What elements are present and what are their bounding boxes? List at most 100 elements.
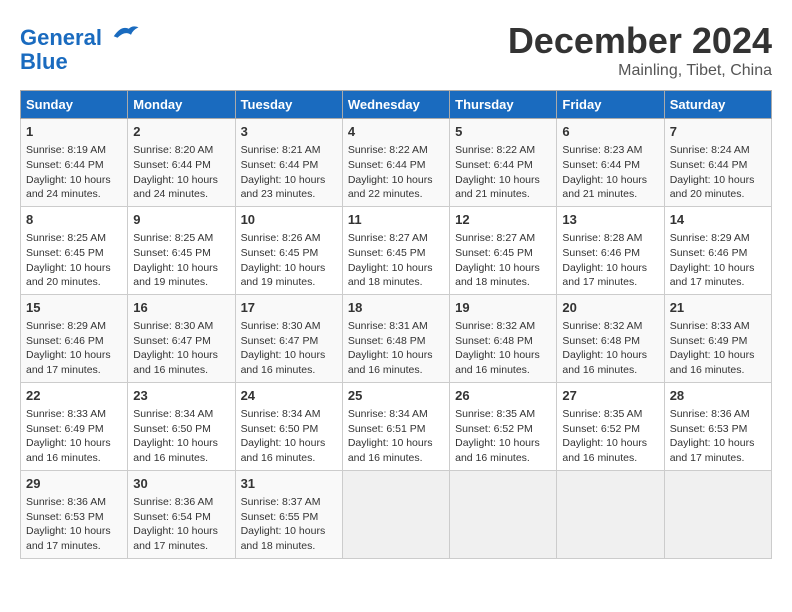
day-number: 1: [26, 123, 122, 141]
calendar-cell: [450, 470, 557, 558]
weekday-header-thursday: Thursday: [450, 91, 557, 119]
day-info: Sunrise: 8:19 AM Sunset: 6:44 PM Dayligh…: [26, 143, 122, 202]
day-info: Sunrise: 8:35 AM Sunset: 6:52 PM Dayligh…: [562, 407, 658, 466]
day-info: Sunrise: 8:36 AM Sunset: 6:53 PM Dayligh…: [670, 407, 766, 466]
calendar-cell: 4 Sunrise: 8:22 AM Sunset: 6:44 PM Daylig…: [342, 119, 449, 207]
calendar-cell: [342, 470, 449, 558]
day-number: 18: [348, 299, 444, 317]
weekday-header-sunday: Sunday: [21, 91, 128, 119]
day-number: 31: [241, 475, 337, 493]
day-info: Sunrise: 8:35 AM Sunset: 6:52 PM Dayligh…: [455, 407, 551, 466]
calendar-cell: 29Sunrise: 8:36 AM Sunset: 6:53 PM Dayli…: [21, 470, 128, 558]
calendar-cell: 9Sunrise: 8:25 AM Sunset: 6:45 PM Daylig…: [128, 206, 235, 294]
day-number: 15: [26, 299, 122, 317]
calendar-cell: 16 Sunrise: 8:30 AM Sunset: 6:47 PM Dayli…: [128, 294, 235, 382]
calendar-cell: 19 Sunrise: 8:32 AM Sunset: 6:48 PM Dayli…: [450, 294, 557, 382]
day-info: Sunrise: 8:23 AM Sunset: 6:44 PM Dayligh…: [562, 143, 658, 202]
logo-bird-icon: [110, 20, 140, 45]
day-info: Sunrise: 8:33 AM Sunset: 6:49 PM Dayligh…: [26, 407, 122, 466]
day-number: 16: [133, 299, 229, 317]
day-number: 5: [455, 123, 551, 141]
day-info: Sunrise: 8:28 AM Sunset: 6:46 PM Dayligh…: [562, 231, 658, 290]
day-info: Sunrise: 8:27 AM Sunset: 6:45 PM Dayligh…: [455, 231, 551, 290]
calendar-cell: 24 Sunrise: 8:34 AM Sunset: 6:50 PM Dayli…: [235, 382, 342, 470]
day-number: 21: [670, 299, 766, 317]
day-number: 24: [241, 387, 337, 405]
calendar-cell: 31 Sunrise: 8:37 AM Sunset: 6:55 PM Dayli…: [235, 470, 342, 558]
day-number: 25: [348, 387, 444, 405]
weekday-header-saturday: Saturday: [664, 91, 771, 119]
weekday-header-monday: Monday: [128, 91, 235, 119]
calendar-cell: 11Sunrise: 8:27 AM Sunset: 6:45 PM Dayli…: [342, 206, 449, 294]
calendar-week-2: 8 Sunrise: 8:25 AM Sunset: 6:45 PM Daylig…: [21, 206, 772, 294]
calendar-cell: 5Sunrise: 8:22 AM Sunset: 6:44 PM Daylig…: [450, 119, 557, 207]
day-info: Sunrise: 8:34 AM Sunset: 6:50 PM Dayligh…: [241, 407, 337, 466]
calendar-cell: 15 Sunrise: 8:29 AM Sunset: 6:46 PM Dayli…: [21, 294, 128, 382]
day-info: Sunrise: 8:32 AM Sunset: 6:48 PM Dayligh…: [562, 319, 658, 378]
day-info: Sunrise: 8:24 AM Sunset: 6:44 PM Dayligh…: [670, 143, 766, 202]
day-number: 3: [241, 123, 337, 141]
day-info: Sunrise: 8:21 AM Sunset: 6:44 PM Dayligh…: [241, 143, 337, 202]
calendar-cell: [557, 470, 664, 558]
calendar-week-5: 29Sunrise: 8:36 AM Sunset: 6:53 PM Dayli…: [21, 470, 772, 558]
calendar-cell: 25 Sunrise: 8:34 AM Sunset: 6:51 PM Dayli…: [342, 382, 449, 470]
day-number: 10: [241, 211, 337, 229]
day-info: Sunrise: 8:36 AM Sunset: 6:54 PM Dayligh…: [133, 495, 229, 554]
calendar-cell: 21 Sunrise: 8:33 AM Sunset: 6:49 PM Dayli…: [664, 294, 771, 382]
day-number: 28: [670, 387, 766, 405]
day-info: Sunrise: 8:30 AM Sunset: 6:47 PM Dayligh…: [133, 319, 229, 378]
day-number: 29: [26, 475, 122, 493]
calendar-cell: 8 Sunrise: 8:25 AM Sunset: 6:45 PM Daylig…: [21, 206, 128, 294]
calendar-table: SundayMondayTuesdayWednesdayThursdayFrid…: [20, 90, 772, 559]
day-number: 19: [455, 299, 551, 317]
day-info: Sunrise: 8:34 AM Sunset: 6:50 PM Dayligh…: [133, 407, 229, 466]
calendar-cell: 22Sunrise: 8:33 AM Sunset: 6:49 PM Dayli…: [21, 382, 128, 470]
day-info: Sunrise: 8:32 AM Sunset: 6:48 PM Dayligh…: [455, 319, 551, 378]
day-number: 2: [133, 123, 229, 141]
calendar-cell: 27 Sunrise: 8:35 AM Sunset: 6:52 PM Dayli…: [557, 382, 664, 470]
weekday-header-tuesday: Tuesday: [235, 91, 342, 119]
day-number: 13: [562, 211, 658, 229]
logo: General Blue: [20, 20, 140, 74]
weekday-header-wednesday: Wednesday: [342, 91, 449, 119]
day-number: 27: [562, 387, 658, 405]
calendar-cell: 18 Sunrise: 8:31 AM Sunset: 6:48 PM Dayli…: [342, 294, 449, 382]
day-info: Sunrise: 8:33 AM Sunset: 6:49 PM Dayligh…: [670, 319, 766, 378]
calendar-cell: [664, 470, 771, 558]
calendar-week-1: 1 Sunrise: 8:19 AM Sunset: 6:44 PM Daylig…: [21, 119, 772, 207]
calendar-cell: 6 Sunrise: 8:23 AM Sunset: 6:44 PM Daylig…: [557, 119, 664, 207]
calendar-cell: 1 Sunrise: 8:19 AM Sunset: 6:44 PM Daylig…: [21, 119, 128, 207]
day-number: 17: [241, 299, 337, 317]
day-number: 4: [348, 123, 444, 141]
day-number: 6: [562, 123, 658, 141]
day-info: Sunrise: 8:31 AM Sunset: 6:48 PM Dayligh…: [348, 319, 444, 378]
weekday-header-row: SundayMondayTuesdayWednesdayThursdayFrid…: [21, 91, 772, 119]
day-info: Sunrise: 8:27 AM Sunset: 6:45 PM Dayligh…: [348, 231, 444, 290]
day-info: Sunrise: 8:29 AM Sunset: 6:46 PM Dayligh…: [26, 319, 122, 378]
calendar-cell: 30Sunrise: 8:36 AM Sunset: 6:54 PM Dayli…: [128, 470, 235, 558]
calendar-week-4: 22Sunrise: 8:33 AM Sunset: 6:49 PM Dayli…: [21, 382, 772, 470]
calendar-cell: 3 Sunrise: 8:21 AM Sunset: 6:44 PM Daylig…: [235, 119, 342, 207]
title-block: December 2024 Mainling, Tibet, China: [508, 20, 772, 80]
calendar-cell: 26Sunrise: 8:35 AM Sunset: 6:52 PM Dayli…: [450, 382, 557, 470]
day-info: Sunrise: 8:20 AM Sunset: 6:44 PM Dayligh…: [133, 143, 229, 202]
day-number: 7: [670, 123, 766, 141]
calendar-cell: 14Sunrise: 8:29 AM Sunset: 6:46 PM Dayli…: [664, 206, 771, 294]
day-info: Sunrise: 8:26 AM Sunset: 6:45 PM Dayligh…: [241, 231, 337, 290]
day-number: 23: [133, 387, 229, 405]
day-info: Sunrise: 8:30 AM Sunset: 6:47 PM Dayligh…: [241, 319, 337, 378]
day-info: Sunrise: 8:25 AM Sunset: 6:45 PM Dayligh…: [26, 231, 122, 290]
logo-blue: Blue: [20, 49, 68, 74]
day-number: 12: [455, 211, 551, 229]
day-number: 9: [133, 211, 229, 229]
calendar-cell: 2 Sunrise: 8:20 AM Sunset: 6:44 PM Daylig…: [128, 119, 235, 207]
calendar-cell: 7 Sunrise: 8:24 AM Sunset: 6:44 PM Daylig…: [664, 119, 771, 207]
day-info: Sunrise: 8:37 AM Sunset: 6:55 PM Dayligh…: [241, 495, 337, 554]
day-info: Sunrise: 8:34 AM Sunset: 6:51 PM Dayligh…: [348, 407, 444, 466]
day-info: Sunrise: 8:22 AM Sunset: 6:44 PM Dayligh…: [348, 143, 444, 202]
day-info: Sunrise: 8:29 AM Sunset: 6:46 PM Dayligh…: [670, 231, 766, 290]
page-header: General Blue December 2024 Mainling, Tib…: [20, 20, 772, 80]
day-number: 8: [26, 211, 122, 229]
month-title: December 2024: [508, 20, 772, 62]
day-number: 20: [562, 299, 658, 317]
